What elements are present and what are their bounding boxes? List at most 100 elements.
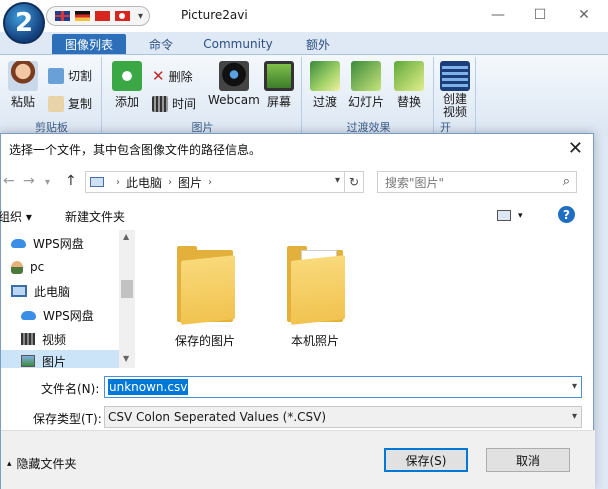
replace-button[interactable]: 替换 xyxy=(394,61,424,110)
tree-scrollbar[interactable]: ▲ ▼ xyxy=(119,230,135,368)
filetype-row: 保存类型(T): CSV Colon Seperated Values (*.C… xyxy=(1,404,595,430)
tree-item-wps-cloud[interactable]: WPS网盘 xyxy=(11,232,117,254)
flag-tr-icon[interactable] xyxy=(115,11,130,21)
maximize-button[interactable]: ☐ xyxy=(518,0,562,30)
minimize-button[interactable]: — xyxy=(476,0,520,30)
navigation-row: ← → ▾ ↑ › 此电脑 › 图片 › ▾ ↻ 搜索"图片" ⌕ xyxy=(1,168,595,196)
back-arrow-icon[interactable]: ← xyxy=(3,173,15,189)
copy-label: 复制 xyxy=(68,97,93,111)
breadcrumb-separator-icon: › xyxy=(208,176,213,188)
cloud-icon xyxy=(11,238,26,248)
tree-item-videos[interactable]: 视频 xyxy=(21,328,127,350)
tree-item-label: pc xyxy=(30,260,45,274)
close-button[interactable]: ✕ xyxy=(562,0,606,30)
help-icon[interactable]: ? xyxy=(558,206,575,223)
up-arrow-icon[interactable]: ↑ xyxy=(65,173,77,189)
search-placeholder: 搜索"图片" xyxy=(385,175,445,190)
slideshow-button[interactable]: 幻灯片 xyxy=(348,61,384,110)
user-icon xyxy=(11,260,23,274)
chevron-down-icon[interactable]: ▾ xyxy=(572,411,577,422)
folder-icon xyxy=(175,244,235,325)
ribbon-group-video: 创建 视频 开 xyxy=(436,57,476,135)
breadcrumb-pictures[interactable]: 图片 xyxy=(178,174,202,191)
time-icon xyxy=(152,95,168,112)
recent-chevron-icon[interactable]: ▾ xyxy=(45,177,50,188)
refresh-icon: ↻ xyxy=(348,175,360,189)
scroll-thumb[interactable] xyxy=(121,280,133,298)
screen-icon xyxy=(264,61,294,91)
cloud-icon xyxy=(21,310,36,320)
folder-item[interactable]: 本机照片 xyxy=(275,244,355,349)
app-logo[interactable]: 2 xyxy=(3,2,45,44)
dialog-title: 选择一个文件，其中包含图像文件的路径信息。 xyxy=(9,143,262,157)
time-label: 时间 xyxy=(172,97,197,111)
flag-de-icon[interactable] xyxy=(75,11,90,21)
transition-button[interactable]: 过渡 xyxy=(310,61,340,110)
time-button[interactable]: 时间 xyxy=(152,95,196,112)
flag-uk-icon[interactable] xyxy=(55,11,70,21)
folder-label: 保存的图片 xyxy=(174,334,235,348)
screen-button[interactable]: 屏幕 xyxy=(264,61,294,110)
cut-button[interactable]: 切割 xyxy=(48,67,92,84)
refresh-button[interactable]: ↻ xyxy=(344,171,364,193)
flag-cn-icon[interactable] xyxy=(95,11,110,21)
filetype-select[interactable]: CSV Colon Seperated Values (*.CSV) ▾ xyxy=(104,406,582,428)
organize-button[interactable]: 组织 ▾ xyxy=(0,208,32,225)
create-video-button[interactable]: 创建 视频 xyxy=(440,61,470,119)
ribbon-group-clipboard: 粘贴 切割 复制 剪贴板 xyxy=(2,57,102,135)
dialog-close-button[interactable]: ✕ xyxy=(568,138,583,159)
copy-icon xyxy=(48,95,64,112)
pictures-icon xyxy=(21,355,35,367)
filetype-value: CSV Colon Seperated Values (*.CSV) xyxy=(108,410,327,424)
breadcrumb-this-pc[interactable]: 此电脑 xyxy=(126,174,162,191)
breadcrumb-separator-icon: › xyxy=(116,176,120,188)
forward-arrow-icon[interactable]: → xyxy=(23,173,35,189)
tree-item-label: WPS网盘 xyxy=(33,236,84,251)
view-chevron-down-icon[interactable]: ▾ xyxy=(518,211,523,221)
language-bar[interactable]: ▾ xyxy=(46,6,150,26)
app-title: Picture2avi xyxy=(181,8,248,22)
search-icon: ⌕ xyxy=(562,174,570,189)
filename-input[interactable]: unknown.csv ▾ xyxy=(104,376,582,398)
paste-icon xyxy=(8,61,38,91)
tab-extra[interactable]: 额外 xyxy=(296,34,340,54)
address-bar[interactable]: › 此电脑 › 图片 › ▾ xyxy=(85,171,345,193)
webcam-button[interactable]: Webcam xyxy=(208,61,260,107)
film-icon xyxy=(440,61,470,91)
delete-button[interactable]: ✕ 删除 xyxy=(152,67,193,85)
replace-icon xyxy=(394,61,424,91)
tree-item-pc-user[interactable]: pc xyxy=(11,256,117,278)
tree-item-pictures[interactable]: 图片 xyxy=(1,350,119,368)
ribbon-tabs: 图像列表 命令 Community 额外 xyxy=(0,32,608,54)
video-label: 视频 xyxy=(442,105,467,119)
scroll-up-icon[interactable]: ▲ xyxy=(123,232,129,241)
replace-label: 替换 xyxy=(396,95,421,109)
tab-image-list[interactable]: 图像列表 xyxy=(52,34,126,54)
scroll-down-icon[interactable]: ▼ xyxy=(123,354,129,363)
navigation-tree: WPS网盘 pc 此电脑 WPS网盘 视频 图片 xyxy=(1,230,135,368)
add-label: 添加 xyxy=(114,95,139,109)
chevron-down-icon[interactable]: ▾ xyxy=(138,11,143,22)
hide-folders-toggle[interactable]: ▴ 隐藏文件夹 xyxy=(7,455,77,472)
new-folder-button[interactable]: 新建文件夹 xyxy=(65,208,125,225)
cut-label: 切割 xyxy=(68,69,93,83)
folder-item[interactable]: 保存的图片 xyxy=(165,244,245,349)
tree-item-wps-cloud-2[interactable]: WPS网盘 xyxy=(21,304,127,326)
filename-row: 文件名(N): unknown.csv ▾ xyxy=(1,374,595,400)
filetype-label: 保存类型(T): xyxy=(33,412,102,426)
paste-button[interactable]: 粘贴 xyxy=(8,61,38,110)
search-input[interactable]: 搜索"图片" ⌕ xyxy=(377,171,577,193)
copy-button[interactable]: 复制 xyxy=(48,95,92,112)
save-button[interactable]: 保存(S) xyxy=(384,448,468,472)
chevron-up-icon: ▴ xyxy=(7,458,12,469)
tree-item-this-pc[interactable]: 此电脑 xyxy=(11,280,117,302)
chevron-down-icon[interactable]: ▾ xyxy=(572,381,577,392)
cancel-button[interactable]: 取消 xyxy=(486,448,570,472)
filename-label: 文件名(N): xyxy=(41,382,100,396)
chevron-down-icon[interactable]: ▾ xyxy=(335,175,340,186)
tab-commands[interactable]: 命令 xyxy=(138,34,184,54)
view-options-icon[interactable] xyxy=(497,210,511,221)
breadcrumb-separator-icon: › xyxy=(168,176,173,188)
tab-community[interactable]: Community xyxy=(200,34,276,54)
add-button[interactable]: 添加 xyxy=(112,61,142,110)
